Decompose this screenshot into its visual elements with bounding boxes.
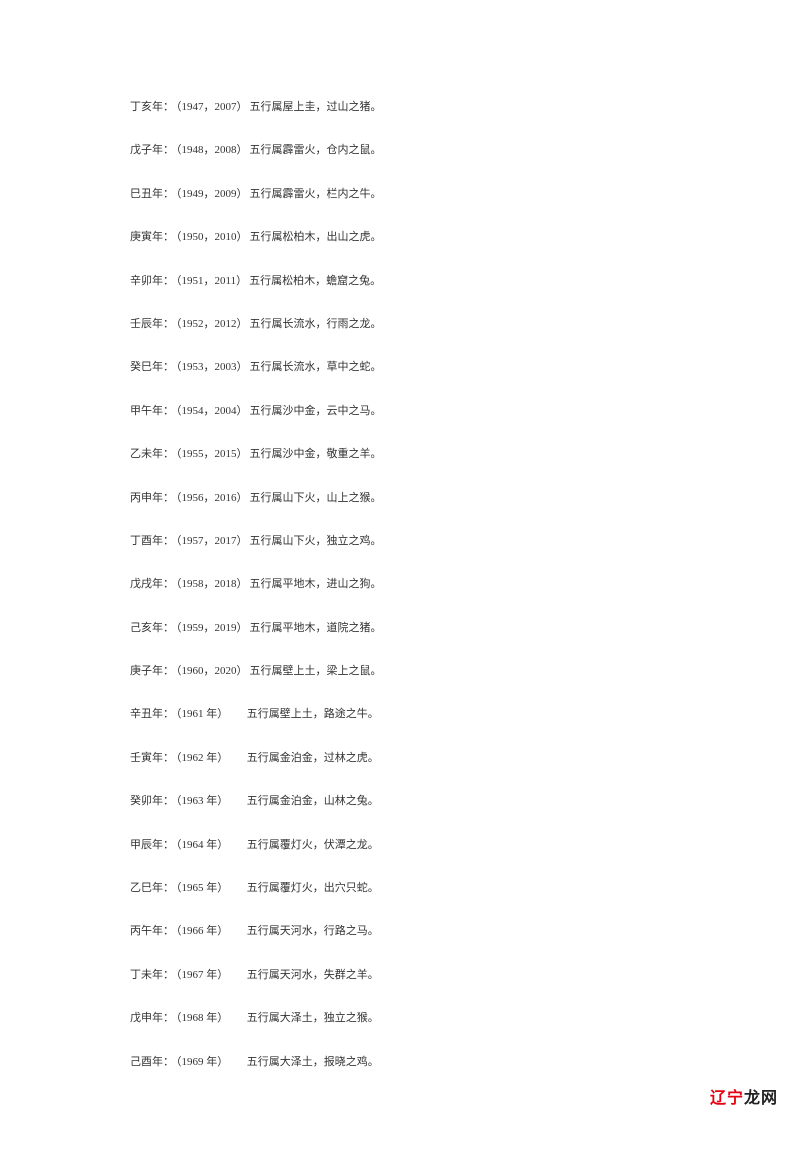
year-entry: 己亥年：（1959，2019）五行属平地木，道院之猪。	[130, 621, 662, 636]
description-text: 五行属松柏木，蟾窟之兔。	[249, 275, 381, 287]
year-entry: 辛丑年：（1961 年） 五行属壁上土，路途之牛。	[130, 707, 662, 722]
year-entry: 庚寅年：（1950，2010）五行属松柏木，出山之虎。	[130, 230, 662, 245]
year-entry: 乙巳年：（1965 年） 五行属覆灯火，出穴只蛇。	[130, 881, 662, 896]
description-text: 五行属平地木，道院之猪。	[250, 622, 382, 634]
years-value: （1956，2016）	[176, 492, 248, 504]
year-entry: 甲午年：（1954，2004）五行属沙中金，云中之马。	[130, 404, 662, 419]
ganzhi-label: 戊戌年：	[130, 578, 174, 590]
ganzhi-label: 戊子年：	[130, 144, 174, 156]
description-text: 五行属覆灯火，伏潭之龙。	[247, 839, 379, 851]
year-entry: 丁亥年：（1947，2007）五行属屋上圭，过山之猪。	[130, 100, 662, 115]
description-text: 五行属长流水，草中之蛇。	[250, 361, 382, 373]
description-text: 五行属山下火，山上之猴。	[250, 492, 382, 504]
ganzhi-label: 壬辰年：	[130, 318, 174, 330]
year-entry: 辛卯年：（1951，2011）五行属松柏木，蟾窟之兔。	[130, 274, 662, 289]
years-value: （1950，2010）	[176, 231, 248, 243]
description-text: 五行属霹雷火，栏内之牛。	[250, 188, 382, 200]
year-entry: 丁未年：（1967 年） 五行属天河水，失群之羊。	[130, 968, 662, 983]
ganzhi-label: 甲辰年：	[130, 839, 174, 851]
ganzhi-label: 癸巳年：	[130, 361, 174, 373]
years-value: （1960，2020）	[176, 665, 248, 677]
years-value: （1961 年）	[176, 708, 245, 720]
year-entry: 丁酉年：（1957，2017）五行属山下火，独立之鸡。	[130, 534, 662, 549]
years-value: （1966 年）	[176, 925, 245, 937]
year-entry: 戊戌年：（1958，2018）五行属平地木，进山之狗。	[130, 577, 662, 592]
description-text: 五行属屋上圭，过山之猪。	[250, 101, 382, 113]
description-text: 五行属大泽土，报晓之鸡。	[247, 1056, 379, 1068]
years-value: （1958，2018）	[176, 578, 248, 590]
years-value: （1954，2004）	[176, 405, 248, 417]
ganzhi-label: 辛卯年：	[130, 275, 174, 287]
ganzhi-label: 戊申年：	[130, 1012, 174, 1024]
description-text: 五行属天河水，失群之羊。	[247, 969, 379, 981]
ganzhi-label: 丁未年：	[130, 969, 174, 981]
ganzhi-label: 壬寅年：	[130, 752, 174, 764]
years-value: （1953，2003）	[176, 361, 248, 373]
ganzhi-label: 己酉年：	[130, 1056, 174, 1068]
years-value: （1957，2017）	[176, 535, 248, 547]
description-text: 五行属覆灯火，出穴只蛇。	[247, 882, 379, 894]
ganzhi-label: 丙申年：	[130, 492, 174, 504]
year-entry: 丙申年：（1956，2016）五行属山下火，山上之猴。	[130, 491, 662, 506]
watermark-part1: 辽宁	[710, 1090, 744, 1107]
year-entry: 壬寅年：（1962 年） 五行属金泊金，过林之虎。	[130, 751, 662, 766]
ganzhi-label: 甲午年：	[130, 405, 174, 417]
year-entry: 壬辰年：（1952，2012）五行属长流水，行雨之龙。	[130, 317, 662, 332]
ganzhi-label: 乙未年：	[130, 448, 174, 460]
year-entry: 癸巳年：（1953，2003）五行属长流水，草中之蛇。	[130, 360, 662, 375]
description-text: 五行属壁上土，梁上之鼠。	[250, 665, 382, 677]
ganzhi-label: 辛丑年：	[130, 708, 174, 720]
years-value: （1969 年）	[176, 1056, 245, 1068]
watermark-part2: 龙网	[744, 1090, 778, 1107]
ganzhi-label: 丁酉年：	[130, 535, 174, 547]
ganzhi-label: 丁亥年：	[130, 101, 174, 113]
year-entry: 戊申年：（1968 年） 五行属大泽土，独立之猴。	[130, 1011, 662, 1026]
description-text: 五行属长流水，行雨之龙。	[250, 318, 382, 330]
year-entry: 戊子年：（1948，2008）五行属霹雷火，仓内之鼠。	[130, 143, 662, 158]
years-value: （1968 年）	[176, 1012, 245, 1024]
year-entry: 己酉年：（1969 年） 五行属大泽土，报晓之鸡。	[130, 1055, 662, 1070]
ganzhi-label: 乙巳年：	[130, 882, 174, 894]
ganzhi-label: 丙午年：	[130, 925, 174, 937]
document-page: 丁亥年：（1947，2007）五行属屋上圭，过山之猪。戊子年：（1948，200…	[0, 0, 792, 1158]
watermark: 辽宁龙网	[710, 1084, 778, 1108]
years-value: （1963 年）	[176, 795, 245, 807]
description-text: 五行属金泊金，过林之虎。	[247, 752, 379, 764]
years-value: （1962 年）	[176, 752, 245, 764]
years-value: （1964 年）	[176, 839, 245, 851]
description-text: 五行属大泽土，独立之猴。	[247, 1012, 379, 1024]
description-text: 五行属沙中金，云中之马。	[250, 405, 382, 417]
years-value: （1955，2015）	[176, 448, 248, 460]
description-text: 五行属金泊金，山林之兔。	[247, 795, 379, 807]
year-entry: 乙未年：（1955，2015）五行属沙中金，敬重之羊。	[130, 447, 662, 462]
year-entry: 癸卯年：（1963 年） 五行属金泊金，山林之兔。	[130, 794, 662, 809]
years-value: （1967 年）	[176, 969, 245, 981]
years-value: （1951，2011）	[176, 275, 247, 287]
ganzhi-label: 癸卯年：	[130, 795, 174, 807]
years-value: （1948，2008）	[176, 144, 248, 156]
entries-list: 丁亥年：（1947，2007）五行属屋上圭，过山之猪。戊子年：（1948，200…	[130, 100, 662, 1070]
ganzhi-label: 庚寅年：	[130, 231, 174, 243]
years-value: （1965 年）	[176, 882, 245, 894]
description-text: 五行属沙中金，敬重之羊。	[250, 448, 382, 460]
year-entry: 甲辰年：（1964 年） 五行属覆灯火，伏潭之龙。	[130, 838, 662, 853]
years-value: （1959，2019）	[176, 622, 248, 634]
ganzhi-label: 巳丑年：	[130, 188, 174, 200]
year-entry: 庚子年：（1960，2020）五行属壁上土，梁上之鼠。	[130, 664, 662, 679]
years-value: （1947，2007）	[176, 101, 248, 113]
description-text: 五行属松柏木，出山之虎。	[250, 231, 382, 243]
years-value: （1949，2009）	[176, 188, 248, 200]
year-entry: 巳丑年：（1949，2009）五行属霹雷火，栏内之牛。	[130, 187, 662, 202]
year-entry: 丙午年：（1966 年） 五行属天河水，行路之马。	[130, 924, 662, 939]
description-text: 五行属天河水，行路之马。	[247, 925, 379, 937]
description-text: 五行属山下火，独立之鸡。	[250, 535, 382, 547]
description-text: 五行属霹雷火，仓内之鼠。	[250, 144, 382, 156]
ganzhi-label: 庚子年：	[130, 665, 174, 677]
description-text: 五行属壁上土，路途之牛。	[247, 708, 379, 720]
description-text: 五行属平地木，进山之狗。	[250, 578, 382, 590]
years-value: （1952，2012）	[176, 318, 248, 330]
ganzhi-label: 己亥年：	[130, 622, 174, 634]
